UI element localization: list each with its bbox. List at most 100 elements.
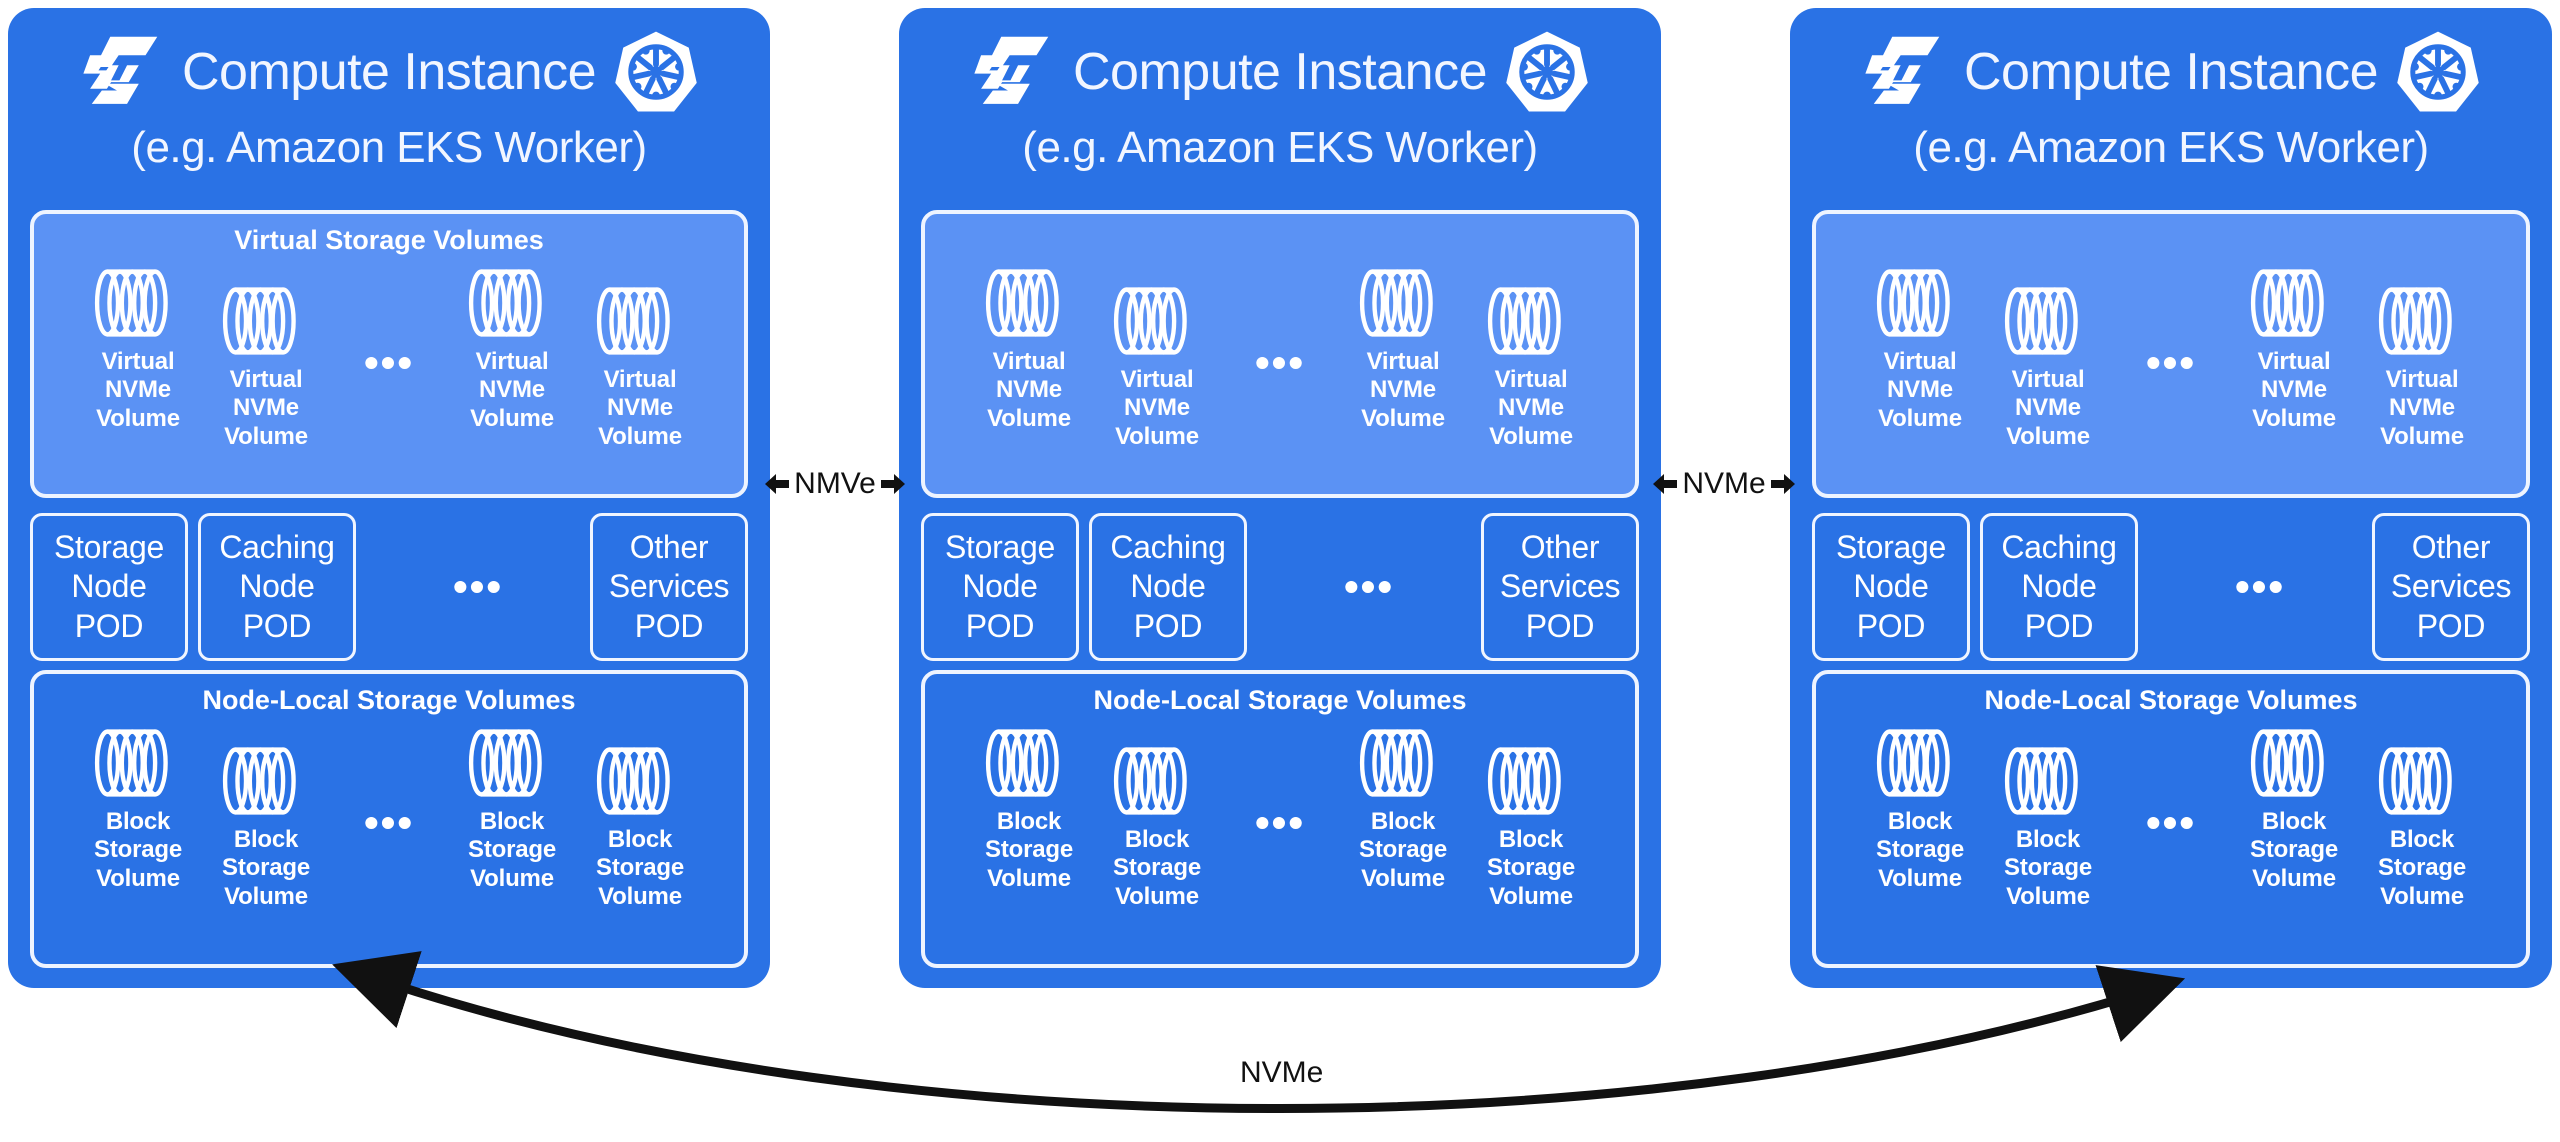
disk-stack-icon [1113, 747, 1187, 815]
node-local-volume-item: Block Storage Volume [1984, 742, 2112, 911]
disk-stack-icon [2004, 747, 2078, 815]
node-local-volume-item: Block Storage Volume [1093, 742, 1221, 911]
virtual-volume-item: Virtual NVMe Volume [2230, 264, 2358, 433]
nvme-mesh-link-arrow [332, 951, 2186, 1113]
compute-instance-card: Compute Instance (e.g. Amazon EKS Worker)… [899, 8, 1661, 988]
virtual-storage-volumes-panel: Virtual NVMe Volume Virtual NVMe Volume ••• Vir… [1812, 210, 2530, 498]
page-title: Compute Instance [1963, 43, 2379, 101]
pod-ellipsis: ••• [452, 563, 504, 610]
disk-stack-icon [468, 269, 542, 337]
arrow-left-icon [765, 474, 790, 494]
virtual-volume-label: Virtual NVMe Volume [2252, 348, 2336, 432]
pod-other-services[interactable]: Other Services POD [1481, 513, 1639, 661]
disk-stack-icon [2250, 269, 2324, 337]
pod-ellipsis: ••• [1343, 563, 1395, 610]
disk-stack-icon [985, 269, 1059, 337]
virtual-volume-label: Virtual NVMe Volume [1878, 348, 1962, 432]
node-local-volume-label: Block Storage Volume [596, 826, 684, 910]
disk-stack-icon [596, 287, 670, 355]
virtual-volume-label: Virtual NVMe Volume [96, 348, 180, 432]
kubernetes-logo-icon [1506, 31, 1588, 112]
virtual-volume-label: Virtual NVMe Volume [470, 348, 554, 432]
pod-storage-node[interactable]: Storage Node POD [1812, 513, 1970, 661]
disk-stack-icon [1487, 747, 1561, 815]
arrow-left-icon [1653, 474, 1678, 494]
pod-storage-node[interactable]: Storage Node POD [921, 513, 1079, 661]
disk-stack-icon [596, 747, 670, 815]
node-local-storage-volumes-title: Node-Local Storage Volumes [202, 685, 576, 715]
node-local-ellipsis: ••• [2145, 799, 2197, 846]
node-local-ellipsis: ••• [363, 799, 415, 846]
node-local-volume-item: Block Storage Volume [74, 724, 202, 893]
disk-stack-icon [222, 747, 296, 815]
virtual-volume-label: Virtual NVMe Volume [1361, 348, 1445, 432]
node-local-volume-label: Block Storage Volume [222, 826, 310, 910]
node-local-storage-volumes-panel: Node-Local Storage Volumes Block Storage Vo… [30, 670, 748, 968]
pod-caching-node[interactable]: Caching Node POD [198, 513, 356, 661]
disk-stack-icon [468, 729, 542, 797]
virtual-ellipsis: ••• [1254, 339, 1306, 386]
pod-other-services[interactable]: Other Services POD [590, 513, 748, 661]
card-header: Compute Instance (e.g. Amazon EKS Worker) [8, 26, 770, 196]
disk-stack-icon [1876, 729, 1950, 797]
disk-stack-icon [1487, 287, 1561, 355]
kubernetes-logo-icon [2397, 31, 2479, 112]
disk-stack-icon [94, 269, 168, 337]
nvme-connector: NMVe [765, 455, 905, 513]
virtual-storage-volumes-title: Virtual Storage Volumes [234, 225, 544, 255]
virtual-volume-item: Virtual NVMe Volume [448, 264, 576, 433]
virtual-volume-item: Virtual NVMe Volume [576, 282, 704, 451]
nvme-connector-label: NMVe [794, 467, 876, 500]
node-local-storage-volumes-panel: Node-Local Storage Volumes Block Storage Vo… [921, 670, 1639, 968]
nvme-mesh-link-label: NVMe [1232, 1058, 1332, 1088]
arrow-right-icon [880, 474, 905, 494]
pod-caching-node[interactable]: Caching Node POD [1089, 513, 1247, 661]
virtual-volume-item: Virtual NVMe Volume [1984, 282, 2112, 451]
pod-row: Storage Node POD Caching Node POD ••• Other Serv… [921, 513, 1639, 661]
disk-stack-icon [2378, 287, 2452, 355]
node-local-ellipsis: ••• [1254, 799, 1306, 846]
pod-row: Storage Node POD Caching Node POD ••• Other Serv… [30, 513, 748, 661]
node-local-volume-label: Block Storage Volume [2250, 808, 2338, 892]
disk-stack-icon [1876, 269, 1950, 337]
node-local-volume-row: Block Storage Volume Block Storage Volume ••• B… [34, 720, 744, 911]
node-local-volume-item: Block Storage Volume [1856, 724, 1984, 893]
node-local-volume-label: Block Storage Volume [2004, 826, 2092, 910]
compute-instance-card: Compute Instance (e.g. Amazon EKS Worker)… [8, 8, 770, 988]
pod-other-services[interactable]: Other Services POD [2372, 513, 2530, 661]
card-header: Compute Instance (e.g. Amazon EKS Worker) [899, 26, 1661, 196]
nvme-connector: NVMe [1653, 455, 1795, 513]
virtual-volume-item: Virtual NVMe Volume [74, 264, 202, 433]
node-local-storage-volumes-panel: Node-Local Storage Volumes Block Storage Vo… [1812, 670, 2530, 968]
simplyblock-logo-icon [974, 36, 1049, 104]
node-local-volume-label: Block Storage Volume [468, 808, 556, 892]
virtual-volume-item: Virtual NVMe Volume [1467, 282, 1595, 451]
node-local-volume-label: Block Storage Volume [1487, 826, 1575, 910]
node-local-volume-label: Block Storage Volume [985, 808, 1073, 892]
virtual-ellipsis: ••• [363, 339, 415, 386]
page-title: Compute Instance [181, 43, 597, 101]
pod-caching-node[interactable]: Caching Node POD [1980, 513, 2138, 661]
nvme-connector-label: NVMe [1682, 467, 1766, 500]
disk-stack-icon [2378, 747, 2452, 815]
node-local-volume-item: Block Storage Volume [965, 724, 1093, 893]
pod-storage-node[interactable]: Storage Node POD [30, 513, 188, 661]
virtual-volume-item: Virtual NVMe Volume [965, 264, 1093, 433]
disk-stack-icon [2004, 287, 2078, 355]
virtual-volume-label: Virtual NVMe Volume [1489, 366, 1573, 450]
virtual-volume-label: Virtual NVMe Volume [598, 366, 682, 450]
diagram-canvas: Compute Instance (e.g. Amazon EKS Worker)… [0, 0, 2560, 1137]
simplyblock-logo-icon [83, 36, 158, 104]
node-local-volume-item: Block Storage Volume [448, 724, 576, 893]
nvme-mesh-link: NVMe [0, 940, 2560, 1137]
page-title: Compute Instance [1072, 43, 1488, 101]
disk-stack-icon [94, 729, 168, 797]
node-local-volume-label: Block Storage Volume [94, 808, 182, 892]
node-local-storage-volumes-title: Node-Local Storage Volumes [1984, 685, 2358, 715]
node-local-volume-label: Block Storage Volume [2378, 826, 2466, 910]
virtual-volume-item: Virtual NVMe Volume [1339, 264, 1467, 433]
simplyblock-logo-icon [1865, 36, 1940, 104]
node-local-volume-row: Block Storage Volume Block Storage Volume ••• B… [925, 720, 1635, 911]
page-subtitle: (e.g. Amazon EKS Worker) [1913, 123, 2429, 172]
disk-stack-icon [1113, 287, 1187, 355]
